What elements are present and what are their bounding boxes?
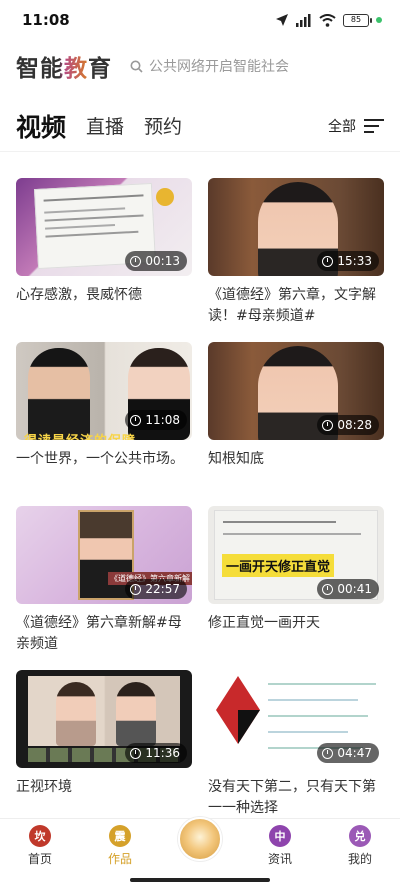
duration-badge: 11:08 — [125, 410, 187, 430]
clock-icon — [322, 583, 334, 595]
video-card[interactable]: 一画开天修正直觉 00:41 修正直觉一画开天 — [208, 506, 384, 656]
video-card[interactable]: 00:13 心存感激，畏威怀德 — [16, 178, 192, 328]
video-thumbnail: 得读是经济的保障 11:08 — [16, 342, 192, 440]
duration-badge: 00:13 — [125, 251, 187, 271]
speaker-right-image — [116, 682, 156, 746]
coin-icon — [156, 188, 174, 206]
video-title: 心存感激，畏威怀德 — [16, 287, 142, 303]
center-moon-icon — [178, 816, 222, 861]
video-title: 没有天下第二，只有天下第一一种选择 — [208, 779, 376, 816]
clock-icon — [130, 747, 142, 759]
thumbnail-caption: 一画开天修正直觉 — [222, 554, 335, 577]
status-bar: 11:08 85 — [0, 0, 400, 40]
search-icon — [130, 60, 143, 73]
video-card[interactable]: 04:47 没有天下第二，只有天下第一一种选择 — [208, 670, 384, 820]
male-speaker-image — [28, 348, 90, 440]
nav-works[interactable]: 震 作品 — [85, 824, 155, 867]
nav-home[interactable]: 坎 首页 — [5, 824, 75, 867]
thumbnail-caption: 得读是经济的保障 — [24, 430, 136, 440]
status-icons: 85 — [275, 13, 382, 27]
status-time: 11:08 — [22, 11, 70, 29]
news-icon: 中 — [269, 824, 291, 847]
duration-text: 11:36 — [145, 746, 180, 760]
nav-home-label: 首页 — [27, 851, 52, 866]
nav-profile[interactable]: 兑 我的 — [325, 824, 395, 867]
video-title: 《道德经》第六章，文字解读！#母亲频道# — [208, 287, 376, 324]
video-frame-image — [28, 676, 180, 746]
duration-text: 15:33 — [337, 254, 372, 268]
video-thumbnail: 00:13 — [16, 178, 192, 276]
video-thumbnail: 11:36 — [16, 670, 192, 768]
tab-reservation[interactable]: 预约 — [144, 112, 182, 139]
video-thumbnail: 15:33 — [208, 178, 384, 276]
duration-text: 04:47 — [337, 746, 372, 760]
nav-news-label: 资讯 — [267, 851, 292, 866]
clock-icon — [322, 255, 334, 267]
nav-profile-label: 我的 — [347, 851, 372, 866]
home-icon: 坎 — [29, 824, 51, 847]
tab-live[interactable]: 直播 — [86, 112, 124, 139]
app-header: 智能教育 公共网络开启智能社会 — [0, 44, 400, 88]
nav-news[interactable]: 中 资讯 — [245, 824, 315, 867]
duration-text: 00:13 — [145, 254, 180, 268]
clock-icon — [322, 419, 334, 431]
duration-badge: 08:28 — [317, 415, 379, 435]
nav-works-label: 作品 — [107, 851, 132, 866]
video-thumbnail: 08:28 — [208, 342, 384, 440]
video-card[interactable]: 得读是经济的保障 11:08 一个世界，一个公共市场。 — [16, 342, 192, 492]
duration-text: 22:57 — [145, 582, 180, 596]
duration-badge: 11:36 — [125, 743, 187, 763]
duration-text: 08:28 — [337, 418, 372, 432]
search-placeholder: 公共网络开启智能社会 — [149, 59, 289, 75]
video-thumbnail: 一画开天修正直觉 00:41 — [208, 506, 384, 604]
tab-video[interactable]: 视频 — [16, 108, 66, 144]
video-grid: 00:13 心存感激，畏威怀德 15:33 《道德经》第六章，文字解读！#母亲频… — [16, 178, 384, 820]
video-card[interactable]: 《道德经》第六章新解 22:57 《道德经》第六章新解#母亲频道 — [16, 506, 192, 656]
video-title: 一个世界，一个公共市场。 — [16, 451, 184, 467]
video-title: 正视环境 — [16, 779, 72, 795]
clock-icon — [322, 747, 334, 759]
speaker-left-image — [56, 682, 96, 746]
signal-icon — [296, 13, 311, 27]
home-indicator[interactable] — [130, 878, 270, 882]
bottom-nav: 坎 首页 震 作品 中 资讯 兑 我的 — [0, 816, 400, 872]
filter-button[interactable]: 全部 — [328, 116, 384, 136]
video-thumbnail: 04:47 — [208, 670, 384, 768]
duration-text: 11:08 — [145, 413, 180, 427]
profile-icon: 兑 — [349, 824, 371, 847]
video-thumbnail: 《道德经》第六章新解 22:57 — [16, 506, 192, 604]
duration-badge: 00:41 — [317, 579, 379, 599]
search-bar[interactable]: 公共网络开启智能社会 — [130, 50, 386, 82]
duration-badge: 04:47 — [317, 743, 379, 763]
clock-icon — [130, 583, 142, 595]
duration-badge: 15:33 — [317, 251, 379, 271]
category-tabs: 视频 直播 预约 全部 — [0, 100, 400, 152]
app-logo: 智能教育 — [16, 49, 112, 83]
video-card[interactable]: 15:33 《道德经》第六章，文字解读！#母亲频道# — [208, 178, 384, 328]
location-icon — [276, 14, 288, 26]
wifi-icon — [319, 13, 336, 27]
video-card[interactable]: 08:28 知根知底 — [208, 342, 384, 492]
clock-icon — [130, 255, 142, 267]
duration-text: 00:41 — [337, 582, 372, 596]
clock-icon — [130, 414, 142, 426]
works-icon: 震 — [109, 824, 131, 847]
battery-indicator: 85 — [343, 13, 372, 27]
video-title: 知根知底 — [208, 451, 264, 467]
filter-label: 全部 — [328, 118, 356, 135]
privacy-indicator-dot — [376, 17, 382, 23]
duration-badge: 22:57 — [125, 579, 187, 599]
nav-center[interactable] — [165, 816, 235, 861]
logo-text: 智能教育 — [16, 56, 112, 82]
filter-icon — [364, 118, 384, 133]
video-title: 修正直觉一画开天 — [208, 615, 320, 631]
video-title: 《道德经》第六章新解#母亲频道 — [16, 615, 182, 652]
video-card[interactable]: 11:36 正视环境 — [16, 670, 192, 820]
